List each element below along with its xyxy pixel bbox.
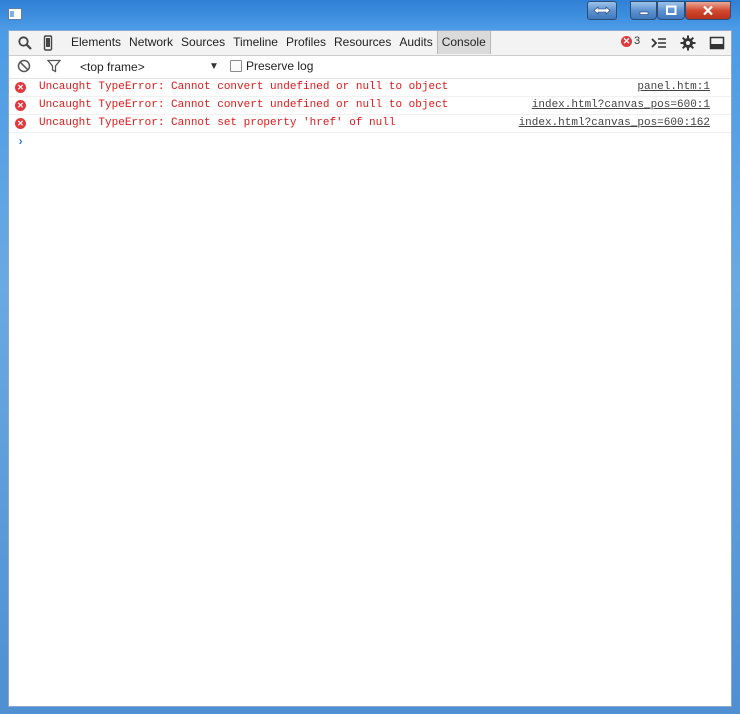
message-source-link[interactable]: index.html?canvas_pos=600:162 <box>519 115 710 132</box>
panel-tabs: Elements Network Sources Timeline Profil… <box>67 31 491 55</box>
console-message: ✕ Uncaught TypeError: Cannot convert und… <box>9 79 731 97</box>
tab-resources[interactable]: Resources <box>330 31 395 54</box>
console-message: ✕ Uncaught TypeError: Cannot convert und… <box>9 97 731 115</box>
message-source-link[interactable]: index.html?canvas_pos=600:1 <box>532 97 710 114</box>
frame-select-value: <top frame> <box>80 60 145 74</box>
preserve-log-checkbox[interactable] <box>230 60 242 72</box>
console-filter-bar: <top frame> ▼ Preserve log <box>9 56 731 79</box>
clear-console-icon[interactable] <box>17 59 33 75</box>
tab-console[interactable]: Console <box>436 31 491 54</box>
error-icon: ✕ <box>15 118 26 129</box>
error-icon: ✕ <box>621 35 632 47</box>
title-bar[interactable] <box>0 0 740 28</box>
dropdown-arrow-icon: ▼ <box>209 61 219 72</box>
devtools-panel: Elements Network Sources Timeline Profil… <box>8 30 732 707</box>
device-mode-icon[interactable] <box>40 35 56 51</box>
console-prompt[interactable]: › <box>9 133 731 151</box>
message-source-link[interactable]: panel.htm:1 <box>637 79 710 96</box>
preserve-log-toggle[interactable]: Preserve log <box>230 59 313 73</box>
settings-gear-icon[interactable] <box>680 35 696 51</box>
maximize-button[interactable] <box>657 1 685 20</box>
snap-button[interactable] <box>587 1 617 20</box>
tab-network[interactable]: Network <box>125 31 177 54</box>
drawer-toggle-icon[interactable] <box>651 35 667 51</box>
message-text: Uncaught TypeError: Cannot convert undef… <box>39 99 449 111</box>
prompt-chevron-icon: › <box>17 135 25 149</box>
console-message: ✕ Uncaught TypeError: Cannot set propert… <box>9 115 731 133</box>
minimize-button[interactable] <box>630 1 657 20</box>
tab-elements[interactable]: Elements <box>67 31 125 54</box>
error-icon: ✕ <box>15 82 26 93</box>
app-icon <box>8 8 22 20</box>
tab-sources[interactable]: Sources <box>177 31 229 54</box>
tab-profiles[interactable]: Profiles <box>282 31 330 54</box>
error-counter[interactable]: ✕ 3 <box>621 35 640 47</box>
window-frame: Elements Network Sources Timeline Profil… <box>0 0 740 714</box>
frame-select[interactable]: <top frame> ▼ <box>80 59 220 75</box>
close-button[interactable] <box>685 1 731 20</box>
preserve-log-label: Preserve log <box>246 59 314 73</box>
filter-icon[interactable] <box>46 59 63 75</box>
message-text: Uncaught TypeError: Cannot convert undef… <box>39 81 449 93</box>
search-icon[interactable] <box>17 35 33 51</box>
dock-side-icon[interactable] <box>709 35 725 51</box>
devtools-toolbar: Elements Network Sources Timeline Profil… <box>9 31 731 56</box>
console-messages: ✕ Uncaught TypeError: Cannot convert und… <box>9 79 731 151</box>
tab-audits[interactable]: Audits <box>395 31 436 54</box>
error-count: 3 <box>634 35 641 47</box>
tab-timeline[interactable]: Timeline <box>229 31 282 54</box>
message-text: Uncaught TypeError: Cannot set property … <box>39 117 396 129</box>
error-icon: ✕ <box>15 100 26 111</box>
